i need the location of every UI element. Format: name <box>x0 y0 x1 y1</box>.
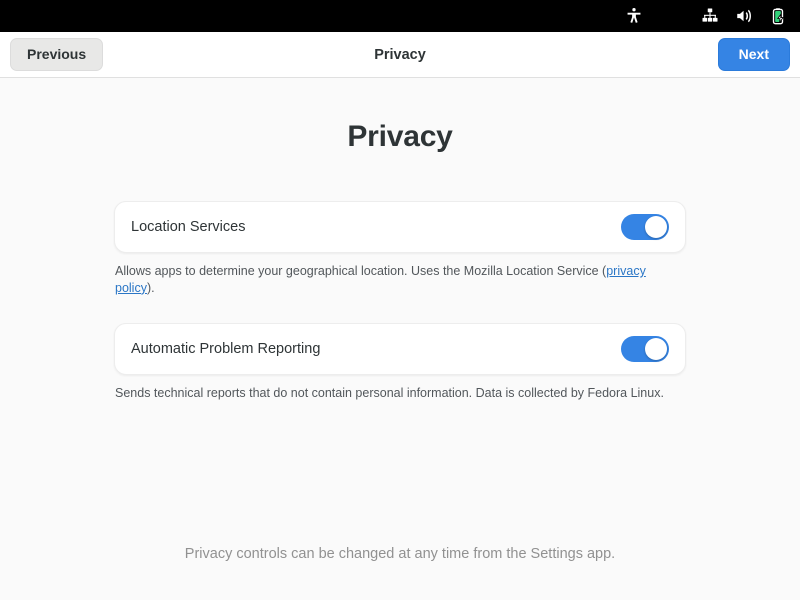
battery-charging-icon[interactable] <box>768 6 788 26</box>
row-automatic-problem-reporting[interactable]: Automatic Problem Reporting <box>114 322 686 375</box>
previous-button[interactable]: Previous <box>10 38 104 71</box>
description-text-part-1: Allows apps to determine your geographic… <box>115 264 607 278</box>
toggle-location-services[interactable] <box>621 214 669 240</box>
row-label-automatic-problem-reporting: Automatic Problem Reporting <box>131 340 321 357</box>
description-text-part-2: ). <box>146 280 155 295</box>
toggle-knob <box>645 337 667 360</box>
footer-note: Privacy controls can be changed at any t… <box>184 546 616 562</box>
toggle-automatic-problem-reporting[interactable] <box>621 335 669 362</box>
preference-list: Location Services Allows apps to determi… <box>114 201 686 428</box>
system-status-bar <box>0 0 800 32</box>
wired-network-icon[interactable] <box>700 6 720 26</box>
header-title: Privacy <box>374 46 426 63</box>
description-text: Sends technical reports that do not cont… <box>115 385 664 400</box>
toggle-knob <box>645 216 667 238</box>
preference-group-location-services: Location Services Allows apps to determi… <box>114 201 686 297</box>
content-area: Privacy Location Services Allows apps to… <box>0 78 800 600</box>
preference-group-automatic-problem-reporting: Automatic Problem Reporting Sends techni… <box>114 322 686 402</box>
volume-icon[interactable] <box>734 6 754 26</box>
row-label-location-services: Location Services <box>131 219 246 235</box>
header-bar: Previous Privacy Next <box>0 32 800 78</box>
row-location-services[interactable]: Location Services <box>114 201 686 253</box>
next-button[interactable]: Next <box>717 38 790 71</box>
row-description-location-services: Allows apps to determine your geographic… <box>114 263 686 297</box>
accessibility-icon[interactable] <box>624 6 644 26</box>
system-tray[interactable] <box>624 6 788 26</box>
row-description-automatic-problem-reporting: Sends technical reports that do not cont… <box>114 385 686 402</box>
page-title: Privacy <box>347 120 453 153</box>
